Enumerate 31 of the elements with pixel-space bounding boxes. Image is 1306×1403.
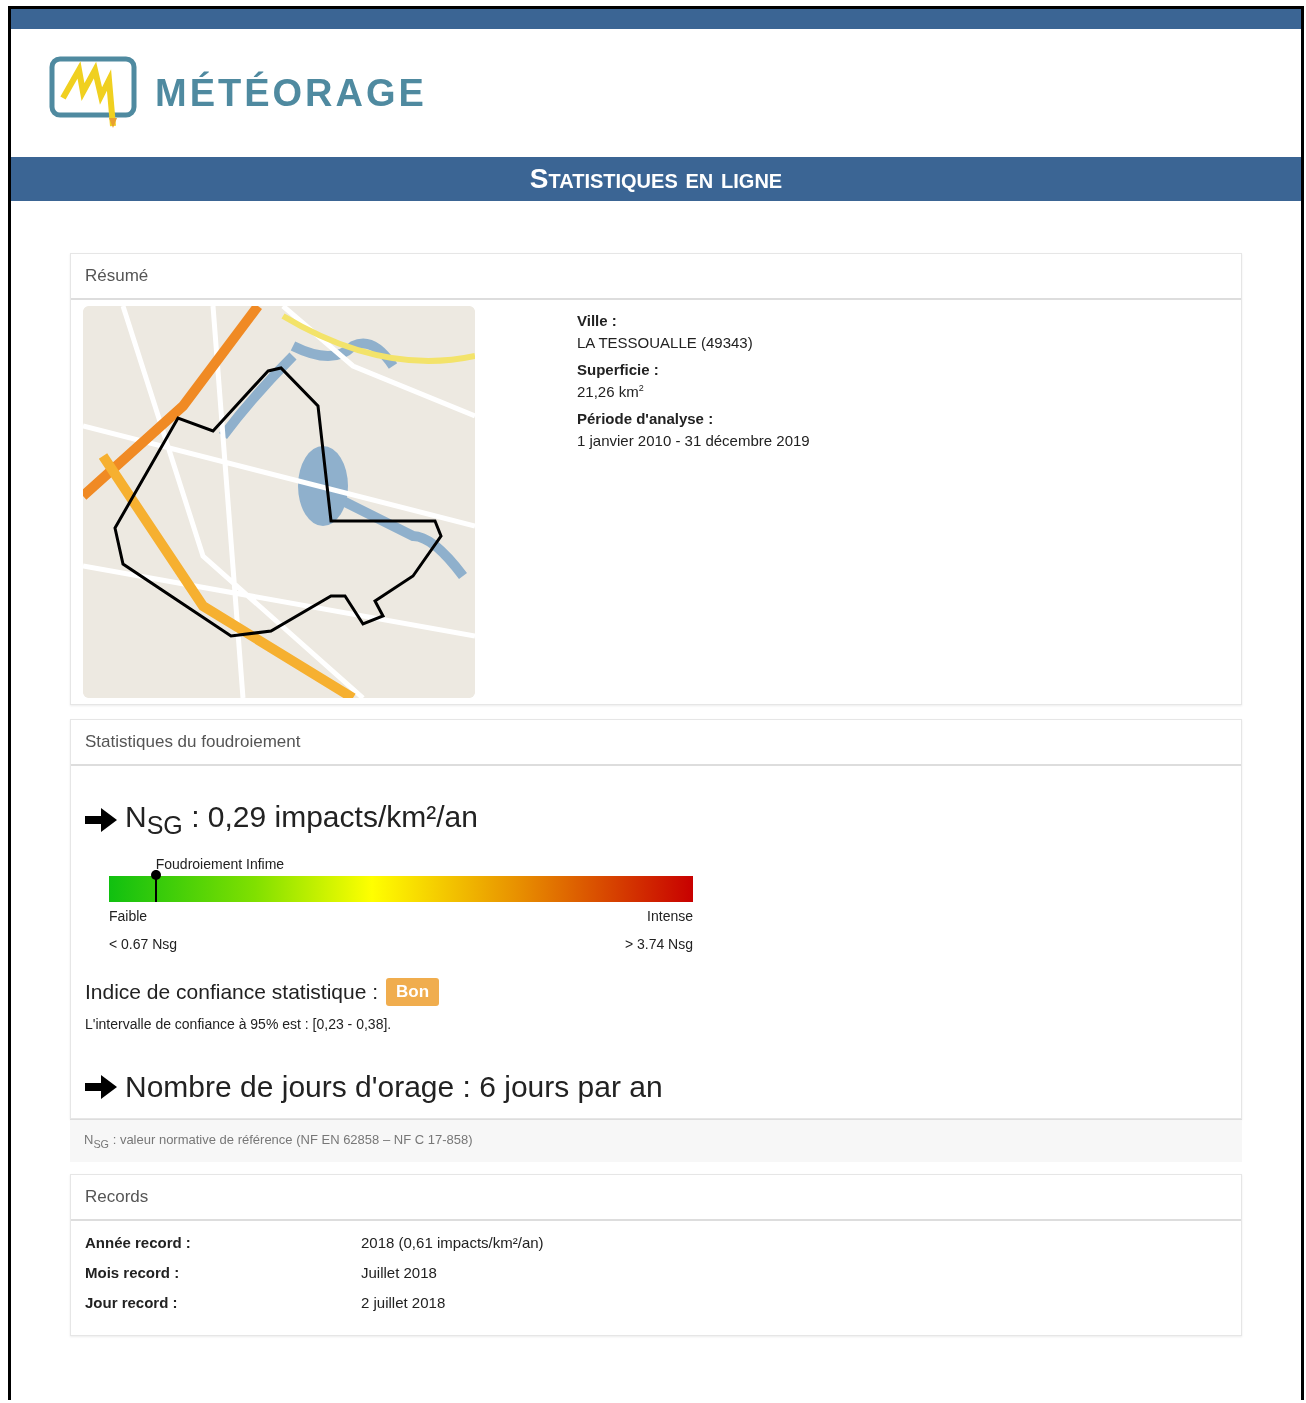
logo-icon [49, 56, 137, 130]
scale-value: < 0.67 Nsg [109, 936, 178, 952]
scale-value: > 3.74 Nsg [624, 936, 693, 952]
record-label: Année record : [85, 1233, 192, 1251]
record-value: 2 juillet 2018 [361, 1293, 447, 1311]
confidence-label: Indice de confiance statistique : [85, 980, 378, 1004]
record-label: Mois record : [85, 1263, 181, 1281]
field-label: Ville : [577, 312, 618, 329]
marker-label: Foudroiement Infime [155, 856, 285, 872]
footnote: N$_{SG}$ : valeur normative de référence (NF EN 62858 – NF C 17-858) [70, 1119, 1242, 1162]
confidence-badge: Bon [386, 978, 440, 1006]
nsg-value: N$_{SG}$ : 0,29 impacts/km²/an [125, 800, 478, 840]
scale-label: Intense [647, 908, 693, 924]
field-label: Période d'analyse : [577, 410, 715, 427]
storm-days: Nombre de jours d'orage : 6 jours par an [125, 1070, 663, 1104]
card-title: Statistiques du foudroiement [71, 720, 1241, 766]
card-title: Records [71, 1174, 1241, 1221]
field-value: LA TESSOUALLE (49343) [577, 334, 754, 351]
scale-label: Faible [109, 908, 148, 924]
brand-name: MÉTÉORAGE [155, 71, 427, 115]
arrow-icon [85, 808, 117, 832]
confidence-interval: L'intervalle de confiance à 95% est : [0,23 - 0,38]. [85, 1016, 393, 1032]
arrow-icon [85, 1075, 117, 1099]
field-label: Superficie : [577, 361, 660, 378]
field-value: 21,26 km$^{2}$ [577, 383, 645, 400]
record-label: Jour record : [85, 1293, 179, 1311]
record-value: 2018 (0,61 impacts/km²/an) [361, 1233, 545, 1251]
page-title: Statistiques en ligne [11, 157, 1301, 201]
card-title: Résumé [71, 254, 1241, 300]
field-value: 1 janvier 2010 - 31 décembre 2019 [577, 432, 810, 449]
record-value: Juillet 2018 [361, 1263, 438, 1281]
